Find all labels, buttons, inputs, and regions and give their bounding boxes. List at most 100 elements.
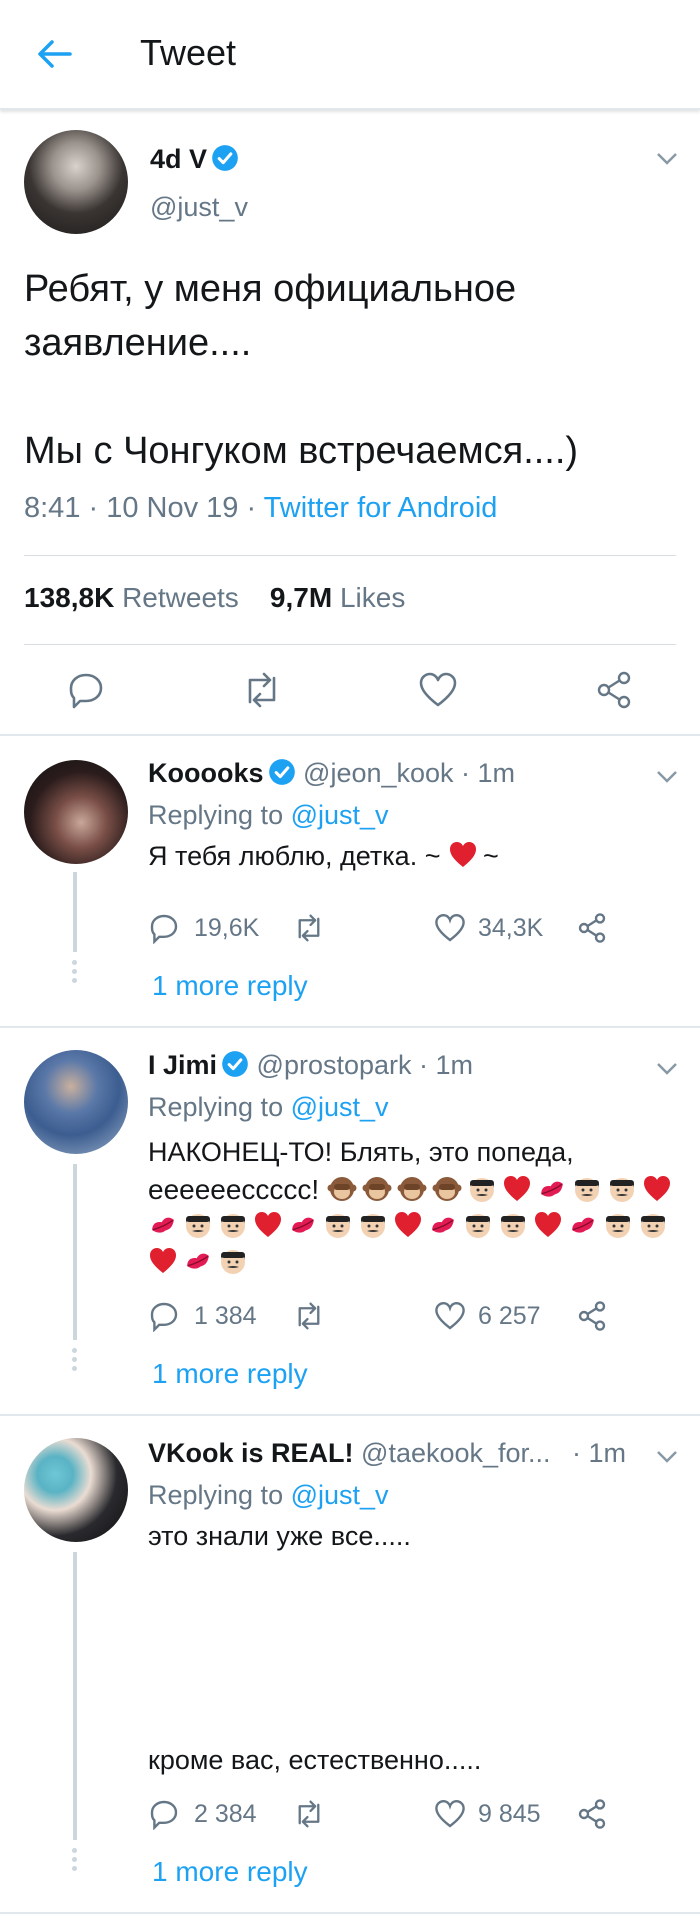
reply-text: кроме вас, естественно..... [148, 1745, 482, 1775]
man-face-emoji-icon [466, 1214, 490, 1238]
red-heart-emoji-icon [535, 1212, 561, 1237]
chevron-down-icon[interactable] [656, 770, 678, 784]
like-icon[interactable] [434, 1300, 466, 1332]
reply-handle: @taekook_for... [361, 1438, 551, 1468]
like-count: 6 257 [478, 1302, 541, 1330]
author-name-row[interactable]: 4d V [150, 144, 239, 175]
red-heart-emoji-icon [395, 1212, 421, 1237]
tweet-text-line: заявление.... [24, 322, 252, 364]
tweet-timestamp: 8:41 · 10 Nov 19 · [24, 492, 264, 524]
retweet-icon[interactable] [292, 1300, 326, 1332]
man-face-emoji-icon [221, 1250, 245, 1274]
man-face-emoji-icon [501, 1214, 525, 1238]
replying-to: Replying to @just_v [148, 800, 389, 830]
tweet-stats: 138,8K Retweets 9,7M Likes [24, 582, 405, 614]
thread-line [73, 872, 77, 952]
man-face-emoji-icon [221, 1214, 245, 1238]
man-face-emoji-icon [361, 1214, 385, 1238]
divider [24, 644, 676, 645]
retweet-icon[interactable] [292, 912, 326, 944]
share-icon[interactable] [576, 1798, 608, 1830]
see-no-evil-monkey-emoji-icon [397, 1177, 427, 1201]
man-face-emoji-icon [641, 1214, 665, 1238]
chevron-down-icon[interactable] [656, 1450, 678, 1464]
emoji-sequence [148, 1207, 673, 1244]
tweet-source-link[interactable]: Twitter for Android [264, 492, 498, 524]
reply-author-name: Kooooks [148, 758, 264, 788]
retweets-stat[interactable]: 138,8K Retweets [24, 582, 239, 613]
reply-author-name: I Jimi [148, 1050, 218, 1080]
like-icon[interactable] [418, 670, 458, 710]
reply-author-row[interactable]: VKook is REAL! @taekook_for... [148, 1438, 551, 1469]
man-face-emoji-icon [470, 1178, 494, 1202]
replying-to-link[interactable]: @just_v [291, 800, 389, 830]
kiss-mark-emoji-icon [541, 1181, 563, 1197]
replying-to-link[interactable]: @just_v [291, 1092, 389, 1122]
share-icon[interactable] [576, 912, 608, 944]
author-avatar[interactable] [24, 130, 128, 234]
like-count: 9 845 [478, 1800, 541, 1828]
reply-handle: @prostopark · 1m [256, 1050, 474, 1080]
emoji-sequence [148, 1243, 253, 1280]
divider [0, 1912, 700, 1914]
man-face-emoji-icon [186, 1214, 210, 1238]
tweet-meta: 8:41 · 10 Nov 19 · Twitter for Android [24, 492, 497, 525]
kiss-mark-emoji-icon [152, 1217, 174, 1233]
reply-text-emoji-line: еееееесcссс! [148, 1171, 677, 1208]
reply-icon[interactable] [66, 670, 106, 710]
red-heart-emoji-icon [449, 842, 476, 867]
reply-avatar[interactable] [24, 1438, 128, 1542]
thread-line [73, 1552, 77, 1840]
verified-badge-icon [222, 1051, 248, 1077]
page-title: Tweet [140, 32, 237, 73]
author-handle[interactable]: @just_v [150, 192, 248, 223]
reply-count: 2 384 [194, 1800, 257, 1828]
reply-icon[interactable] [148, 1300, 180, 1332]
like-count: 34,3K [478, 914, 544, 942]
reply-avatar[interactable] [24, 760, 128, 864]
tweet-text-line: Мы с Чонгуком встречаемся....) [24, 430, 579, 472]
likes-stat[interactable]: 9,7M Likes [270, 582, 405, 613]
reply-author-row[interactable]: Kooooks @jeon_kook · 1m [148, 758, 515, 789]
reply-icon[interactable] [148, 912, 180, 944]
like-icon[interactable] [434, 1798, 466, 1830]
back-arrow-icon[interactable] [36, 34, 76, 74]
man-face-emoji-icon [606, 1214, 630, 1238]
red-heart-emoji-icon [255, 1212, 281, 1237]
man-face-emoji-icon [326, 1214, 350, 1238]
replying-to-link[interactable]: @just_v [291, 1480, 389, 1510]
share-icon[interactable] [576, 1300, 608, 1332]
retweet-icon[interactable] [292, 1798, 326, 1830]
reply-text: это знали уже все..... [148, 1521, 411, 1551]
red-heart-emoji-icon [504, 1176, 530, 1201]
verified-badge-icon [212, 145, 238, 171]
red-heart-emoji-icon [150, 1248, 176, 1273]
chevron-down-icon[interactable] [656, 152, 678, 166]
see-no-evil-monkey-emoji-icon [362, 1177, 392, 1201]
replying-to: Replying to @just_v [148, 1480, 389, 1510]
divider [0, 1414, 700, 1416]
more-replies-link[interactable]: 1 more reply [152, 1358, 308, 1390]
divider [0, 1026, 700, 1028]
see-no-evil-monkey-emoji-icon [432, 1177, 462, 1201]
thread-dots [72, 960, 78, 987]
kiss-mark-emoji-icon [187, 1253, 209, 1269]
more-replies-link[interactable]: 1 more reply [152, 1856, 308, 1888]
retweet-icon[interactable] [240, 670, 284, 710]
reply-icon[interactable] [148, 1798, 180, 1830]
red-heart-emoji-icon [644, 1176, 670, 1201]
top-bar: Tweet [0, 0, 700, 110]
chevron-down-icon[interactable] [656, 1062, 678, 1076]
divider [24, 555, 676, 556]
more-replies-link[interactable]: 1 more reply [152, 970, 308, 1002]
reply-author-row[interactable]: I Jimi @prostopark · 1m [148, 1050, 473, 1081]
reply-handle: @jeon_kook · 1m [303, 758, 516, 788]
reply-text: Я тебя люблю, детка. ~ ~ [148, 841, 499, 871]
reply-count: 1 384 [194, 1302, 257, 1330]
verified-badge-icon [268, 759, 295, 785]
reply-count: 19,6K [194, 914, 260, 942]
like-icon[interactable] [434, 912, 466, 944]
share-icon[interactable] [594, 670, 634, 710]
reply-time: · 1m [572, 1438, 626, 1468]
reply-avatar[interactable] [24, 1050, 128, 1154]
